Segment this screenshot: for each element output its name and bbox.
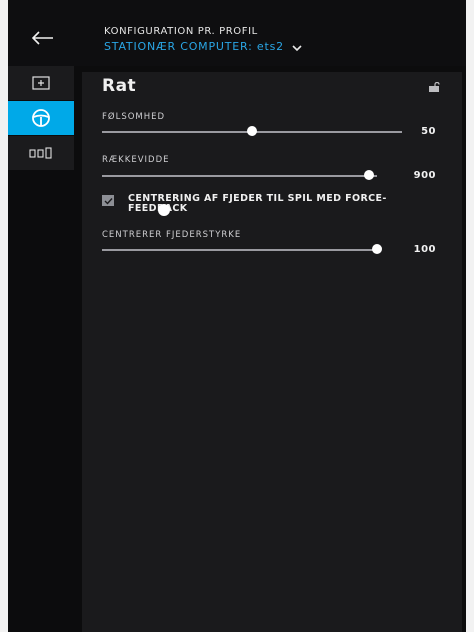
chevron-down-icon (292, 44, 302, 51)
range-value: 900 (413, 170, 436, 181)
sidebar-item-pedals[interactable] (8, 136, 74, 170)
header-title: KONFIGURATION PR. PROFIL (104, 26, 258, 37)
window-frame-left (0, 0, 8, 632)
centering-strength-value: 100 (413, 244, 436, 255)
profile-selector[interactable]: STATIONÆR COMPUTER: ets2 (104, 40, 302, 53)
pedals-icon (29, 147, 52, 159)
checkmark-icon (104, 197, 113, 205)
unlock-icon[interactable] (428, 82, 440, 92)
sidebar-item-steering-wheel[interactable] (8, 101, 74, 135)
window-frame-right (466, 0, 474, 632)
back-arrow-icon (32, 31, 53, 45)
slider-thumb[interactable] (372, 244, 382, 254)
add-box-icon (32, 76, 50, 90)
centering-checkbox-label: CENTRERING AF FJEDER TIL SPIL MED FORCE-… (128, 193, 387, 214)
sensitivity-value: 50 (421, 126, 436, 137)
header: KONFIGURATION PR. PROFIL STATIONÆR COMPU… (8, 0, 466, 66)
steering-wheel-icon (32, 109, 50, 127)
range-slider[interactable] (102, 170, 377, 182)
profile-name: STATIONÆR COMPUTER: ets2 (104, 40, 284, 53)
range-label: RÆKKEVIDDE (102, 155, 170, 165)
sidebar (8, 66, 74, 632)
slider-thumb[interactable] (247, 126, 257, 136)
centering-checkbox[interactable] (102, 195, 114, 206)
mouse-cursor (158, 204, 170, 216)
panel-title: Rat (102, 76, 137, 96)
sensitivity-slider[interactable] (102, 126, 402, 138)
centering-strength-slider[interactable] (102, 244, 382, 256)
wheel-settings-panel: Rat FØLSOMHED 50 RÆKKEVIDDE 900 CENTRERI… (82, 72, 462, 632)
slider-track (102, 175, 377, 177)
back-button[interactable] (30, 28, 56, 48)
slider-thumb[interactable] (363, 170, 374, 180)
centering-strength-label: CENTRERER FJEDERSTYRKE (102, 230, 242, 240)
sidebar-item-add[interactable] (8, 66, 74, 100)
slider-track (102, 249, 377, 251)
sensitivity-label: FØLSOMHED (102, 112, 166, 122)
